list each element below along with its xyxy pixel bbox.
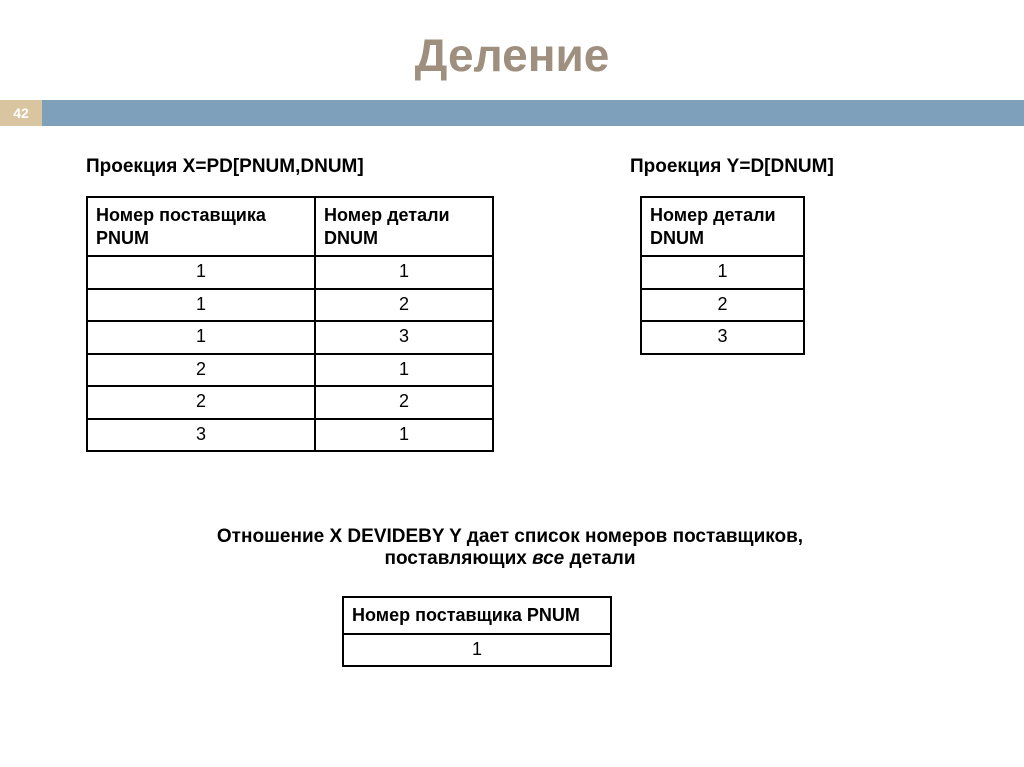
slide-title: Деление — [0, 0, 1024, 100]
table-cell: 1 — [315, 354, 493, 387]
table-row: 1 2 — [87, 289, 493, 322]
table-header-row: Номер поставщика PNUM — [343, 597, 611, 634]
explanation-line2-suffix: детали — [564, 548, 635, 569]
table-cell: 1 — [87, 321, 315, 354]
explanation-line2-italic: все — [532, 548, 564, 569]
table-cell: 1 — [315, 419, 493, 452]
table-cell: 2 — [641, 289, 804, 322]
table-cell: 2 — [87, 386, 315, 419]
table-row: 1 1 — [87, 256, 493, 289]
table-cell: 1 — [343, 634, 611, 667]
explanation-line2-prefix: поставляющих — [384, 548, 532, 569]
projection-x-caption: Проекция X=PD[PNUM,DNUM] — [86, 156, 364, 178]
projection-y-caption: Проекция Y=D[DNUM] — [630, 156, 834, 178]
table-cell: 2 — [315, 289, 493, 322]
table-projection-x: Номер поставщика PNUM Номер детали DNUM … — [86, 196, 494, 452]
table-cell: 3 — [315, 321, 493, 354]
table-row: 1 — [343, 634, 611, 667]
slide: Деление 42 Проекция X=PD[PNUM,DNUM] Прое… — [0, 0, 1024, 767]
table-row: 3 1 — [87, 419, 493, 452]
table-cell: 2 — [315, 386, 493, 419]
table-header-row: Номер детали DNUM — [641, 197, 804, 256]
table-cell: 1 — [87, 256, 315, 289]
table-header-cell: Номер детали DNUM — [641, 197, 804, 256]
table-cell: 1 — [87, 289, 315, 322]
table-header-cell: Номер поставщика PNUM — [343, 597, 611, 634]
table-cell: 3 — [641, 321, 804, 354]
explanation-line1: Отношение X DEVIDEBY Y дает список номер… — [217, 526, 803, 547]
table-cell: 3 — [87, 419, 315, 452]
table-projection-y: Номер детали DNUM 1 2 3 — [640, 196, 805, 355]
table-row: 3 — [641, 321, 804, 354]
page-number-badge: 42 — [0, 100, 42, 126]
header-band: 42 — [0, 100, 1024, 126]
table-header-cell: Номер детали DNUM — [315, 197, 493, 256]
table-row: 2 1 — [87, 354, 493, 387]
table-header-row: Номер поставщика PNUM Номер детали DNUM — [87, 197, 493, 256]
table-header-cell: Номер поставщика PNUM — [87, 197, 315, 256]
table-cell: 1 — [315, 256, 493, 289]
table-row: 1 3 — [87, 321, 493, 354]
table-row: 2 2 — [87, 386, 493, 419]
table-cell: 1 — [641, 256, 804, 289]
table-result: Номер поставщика PNUM 1 — [342, 596, 612, 667]
explanation-text: Отношение X DEVIDEBY Y дает список номер… — [110, 526, 910, 570]
table-cell: 2 — [87, 354, 315, 387]
table-row: 2 — [641, 289, 804, 322]
table-row: 1 — [641, 256, 804, 289]
